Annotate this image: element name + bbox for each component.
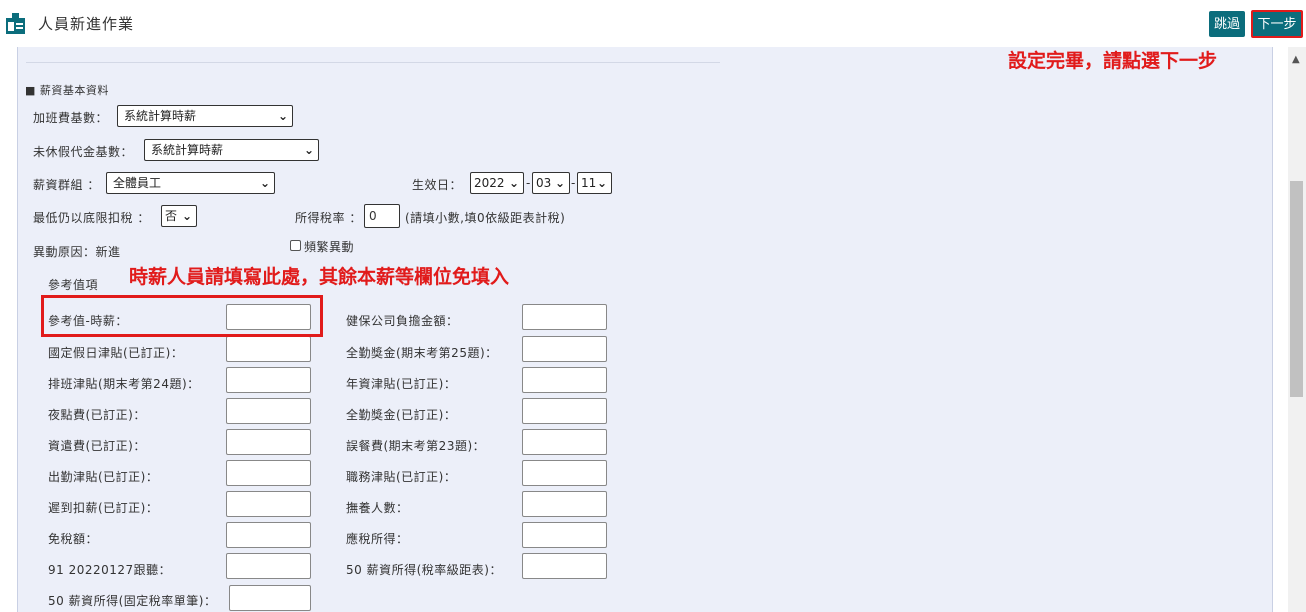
field-input[interactable] xyxy=(522,336,607,362)
tax-rate-label: 所得稅率 ： xyxy=(295,211,362,225)
reference-section-title: 參考值項 xyxy=(48,278,99,292)
skip-button[interactable]: 跳過 xyxy=(1209,11,1245,37)
field-input[interactable] xyxy=(522,429,607,455)
field-label: 夜點費(已訂正)： xyxy=(48,408,146,422)
effective-date-label: 生效日： xyxy=(412,178,463,192)
effective-day-select[interactable]: 11 ⌄ xyxy=(577,172,612,194)
frequent-change-label: 頻繁異動 xyxy=(304,240,355,254)
field-label: 50 薪資所得(固定稅率單筆)： xyxy=(48,594,217,608)
field-input[interactable] xyxy=(226,460,311,486)
tax-rate-input[interactable]: 0 xyxy=(364,204,400,228)
field-label: 50 薪資所得(稅率級距表)： xyxy=(346,563,502,577)
field-label: 免稅額： xyxy=(48,532,99,546)
effective-day-value: 11 xyxy=(581,176,597,190)
field-input[interactable] xyxy=(522,460,607,486)
chevron-down-icon: ⌄ xyxy=(508,176,519,190)
field-input[interactable] xyxy=(522,491,607,517)
field-input[interactable] xyxy=(226,429,311,455)
salary-group-select[interactable]: 全體員工 ⌄ xyxy=(106,172,275,194)
section-title: ■ 薪資基本資料 xyxy=(25,84,109,97)
effective-month-select[interactable]: 03 ⌄ xyxy=(532,172,570,194)
date-separator: - xyxy=(571,176,576,190)
overtime-base-label: 加班費基數： xyxy=(33,111,109,125)
effective-year-select[interactable]: 2022 ⌄ xyxy=(470,172,524,194)
next-step-button[interactable]: 下一步 xyxy=(1251,10,1303,38)
field-input[interactable] xyxy=(226,491,311,517)
tax-rate-hint: (請填小數,填0依級距表計稅) xyxy=(405,211,566,225)
change-reason: 異動原因：新進 xyxy=(33,245,121,259)
min-tax-select[interactable]: 否 ⌄ xyxy=(161,205,197,227)
field-label: 91 20220127跟聽： xyxy=(48,563,172,577)
field-label: 年資津貼(已訂正)： xyxy=(346,377,457,391)
field-input[interactable] xyxy=(226,367,311,393)
id-card-icon xyxy=(6,13,25,34)
top-bar: 人員新進作業 跳過 下一步 xyxy=(0,0,1306,47)
date-separator: - xyxy=(526,176,531,190)
leave-pay-base-select[interactable]: 系統計算時薪 ⌄ xyxy=(144,139,319,161)
chevron-down-icon: ⌄ xyxy=(596,176,607,190)
field-input[interactable] xyxy=(522,304,607,330)
field-label: 健保公司負擔金額： xyxy=(346,314,459,328)
field-input[interactable] xyxy=(226,522,311,548)
overtime-base-value: 系統計算時薪 xyxy=(124,109,197,123)
field-input[interactable] xyxy=(226,336,311,362)
page-title: 人員新進作業 xyxy=(38,15,135,33)
field-label: 全勤獎金(期末考第25題)： xyxy=(346,346,498,360)
chevron-down-icon: ⌄ xyxy=(277,109,288,123)
field-label: 出勤津貼(已訂正)： xyxy=(48,470,159,484)
chevron-down-icon: ⌄ xyxy=(181,209,192,223)
chevron-down-icon: ⌄ xyxy=(554,176,565,190)
field-label: 國定假日津貼(已訂正)： xyxy=(48,346,184,360)
field-input[interactable] xyxy=(226,553,311,579)
field-input[interactable] xyxy=(522,553,607,579)
effective-year-value: 2022 xyxy=(474,176,505,190)
field-label: 職務津貼(已訂正)： xyxy=(346,470,457,484)
field-label: 應稅所得： xyxy=(346,532,409,546)
leave-pay-base-label: 未休假代金基數： xyxy=(33,145,134,159)
divider xyxy=(26,62,720,63)
chevron-down-icon: ⌄ xyxy=(303,143,314,157)
scrollbar-thumb[interactable] xyxy=(1290,181,1303,397)
chevron-down-icon: ⌄ xyxy=(259,176,270,190)
field-input[interactable] xyxy=(226,398,311,424)
frequent-change-checkbox[interactable] xyxy=(290,240,301,251)
salary-group-value: 全體員工 xyxy=(113,176,162,190)
effective-month-value: 03 xyxy=(536,176,552,190)
field-label: 誤餐費(期末考第23題)： xyxy=(346,439,486,453)
overtime-base-select[interactable]: 系統計算時薪 ⌄ xyxy=(117,105,293,127)
field-label: 遲到扣薪(已訂正)： xyxy=(48,501,159,515)
min-tax-label: 最低仍以底限扣稅 ： xyxy=(33,211,150,225)
scroll-up-arrow-icon[interactable]: ▲ xyxy=(1292,55,1300,65)
annotation-next-step: 設定完畢，請點選下一步 xyxy=(1008,50,1218,72)
min-tax-value: 否 xyxy=(165,209,178,223)
field-label: 撫養人數： xyxy=(346,501,409,515)
field-label: 全勤獎金(已訂正)： xyxy=(346,408,457,422)
field-input[interactable] xyxy=(522,522,607,548)
field-input[interactable] xyxy=(229,585,311,611)
salary-group-label: 薪資群組 ： xyxy=(33,178,100,192)
field-input[interactable] xyxy=(522,367,607,393)
field-label: 排班津貼(期末考第24題)： xyxy=(48,377,200,391)
annotation-hourly: 時薪人員請填寫此處，其餘本薪等欄位免填入 xyxy=(129,266,510,288)
leave-pay-base-value: 系統計算時薪 xyxy=(151,143,224,157)
field-label: 資遣費(已訂正)： xyxy=(48,439,146,453)
highlight-box-hourly xyxy=(41,295,323,337)
field-input[interactable] xyxy=(522,398,607,424)
